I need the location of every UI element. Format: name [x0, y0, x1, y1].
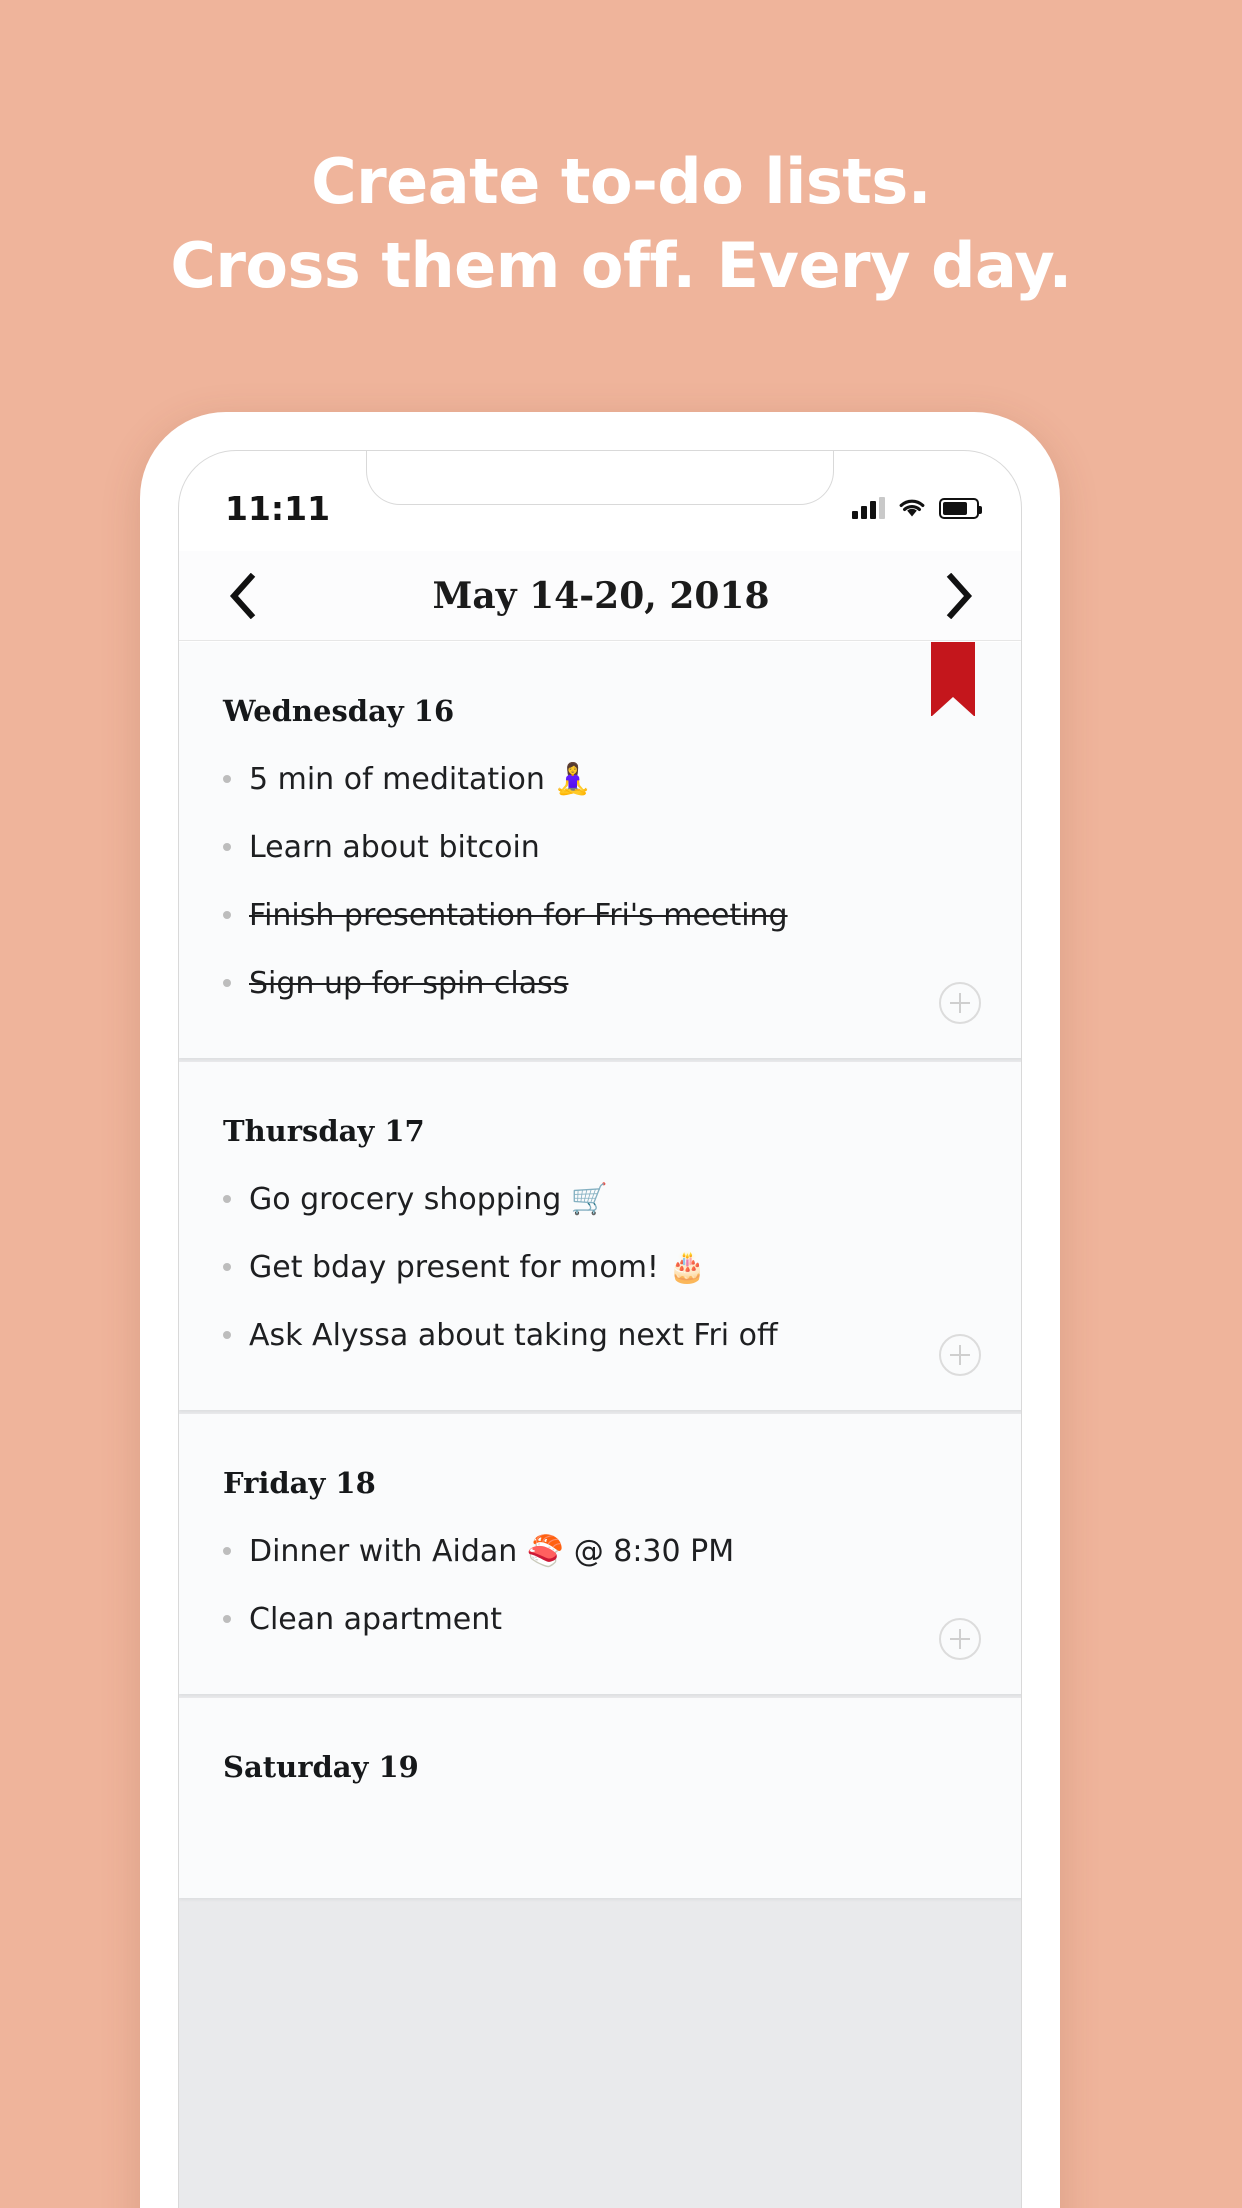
- todo-item-text: Learn about bitcoin: [249, 830, 540, 865]
- headline-line-1: Create to-do lists.: [311, 145, 931, 218]
- todo-item-text: Finish presentation for Fri's meeting: [249, 898, 788, 933]
- todo-item[interactable]: Sign up for spin class: [223, 950, 979, 1018]
- todo-item-text: 5 min of meditation 🧘‍♀️: [249, 762, 592, 797]
- todo-item-text: Sign up for spin class: [249, 966, 569, 1001]
- day-card-title: Friday 18: [223, 1466, 376, 1500]
- day-card-title: Thursday 17: [223, 1114, 425, 1148]
- chevron-left-icon: [229, 572, 256, 619]
- todo-item[interactable]: Dinner with Aidan 🍣 @ 8:30 PM: [223, 1518, 979, 1586]
- todo-item[interactable]: Clean apartment: [223, 1586, 979, 1654]
- todo-item[interactable]: Get bday present for mom! 🎂: [223, 1234, 979, 1302]
- todo-item-text: Dinner with Aidan 🍣 @ 8:30 PM: [249, 1534, 735, 1569]
- next-week-button[interactable]: [931, 566, 987, 626]
- status-bar-time: 11:11: [225, 488, 331, 528]
- headline-line-2: Cross them off. Every day.: [170, 229, 1072, 302]
- add-todo-button[interactable]: [939, 982, 981, 1024]
- phone-device-frame: 11:11 May 14-20, 2018 Wednesday 16 5 min…: [140, 412, 1060, 2208]
- todo-item[interactable]: 5 min of meditation 🧘‍♀️: [223, 746, 979, 814]
- day-card-title: Wednesday 16: [223, 694, 455, 728]
- todo-item-text: Go grocery shopping 🛒: [249, 1182, 609, 1217]
- bullet-icon: [223, 775, 231, 783]
- cellular-signal-icon: [852, 497, 885, 519]
- bullet-icon: [223, 1263, 231, 1271]
- week-nav-header: May 14-20, 2018: [179, 551, 1021, 641]
- status-bar-indicators: [852, 483, 982, 519]
- bullet-icon: [223, 1615, 231, 1623]
- chevron-right-icon: [946, 572, 973, 619]
- battery-icon: [939, 497, 982, 519]
- day-card[interactable]: Saturday 19: [179, 1698, 1021, 1898]
- phone-screen: 11:11 May 14-20, 2018 Wednesday 16 5 min…: [178, 450, 1022, 2208]
- todo-item-text: Clean apartment: [249, 1602, 503, 1637]
- todo-item[interactable]: Learn about bitcoin: [223, 814, 979, 882]
- day-card[interactable]: Wednesday 16 5 min of meditation 🧘‍♀️ Lear…: [179, 642, 1021, 1058]
- week-day-list[interactable]: Wednesday 16 5 min of meditation 🧘‍♀️ Lear…: [179, 642, 1021, 2208]
- bullet-icon: [223, 843, 231, 851]
- todo-item[interactable]: Ask Alyssa about taking next Fri off: [223, 1302, 979, 1370]
- bullet-icon: [223, 1331, 231, 1339]
- week-range-title: May 14-20, 2018: [432, 574, 770, 617]
- marketing-headline: Create to-do lists. Cross them off. Ever…: [0, 140, 1242, 308]
- todo-item-text: Ask Alyssa about taking next Fri off: [249, 1318, 778, 1353]
- bullet-icon: [223, 911, 231, 919]
- status-bar: 11:11: [179, 451, 1021, 551]
- todo-item[interactable]: Finish presentation for Fri's meeting: [223, 882, 979, 950]
- bullet-icon: [223, 1547, 231, 1555]
- previous-week-button[interactable]: [215, 566, 271, 626]
- wifi-icon: [899, 499, 925, 517]
- bullet-icon: [223, 1195, 231, 1203]
- day-card[interactable]: Thursday 17 Go grocery shopping 🛒 Get bday…: [179, 1062, 1021, 1410]
- day-card-title: Saturday 19: [223, 1750, 419, 1784]
- bookmark-ribbon-icon[interactable]: [931, 642, 975, 717]
- add-todo-button[interactable]: [939, 1334, 981, 1376]
- add-todo-button[interactable]: [939, 1618, 981, 1660]
- todo-item-text: Get bday present for mom! 🎂: [249, 1250, 706, 1285]
- todo-item[interactable]: Go grocery shopping 🛒: [223, 1166, 979, 1234]
- bullet-icon: [223, 979, 231, 987]
- day-card[interactable]: Friday 18 Dinner with Aidan 🍣 @ 8:30 PM Cl…: [179, 1414, 1021, 1694]
